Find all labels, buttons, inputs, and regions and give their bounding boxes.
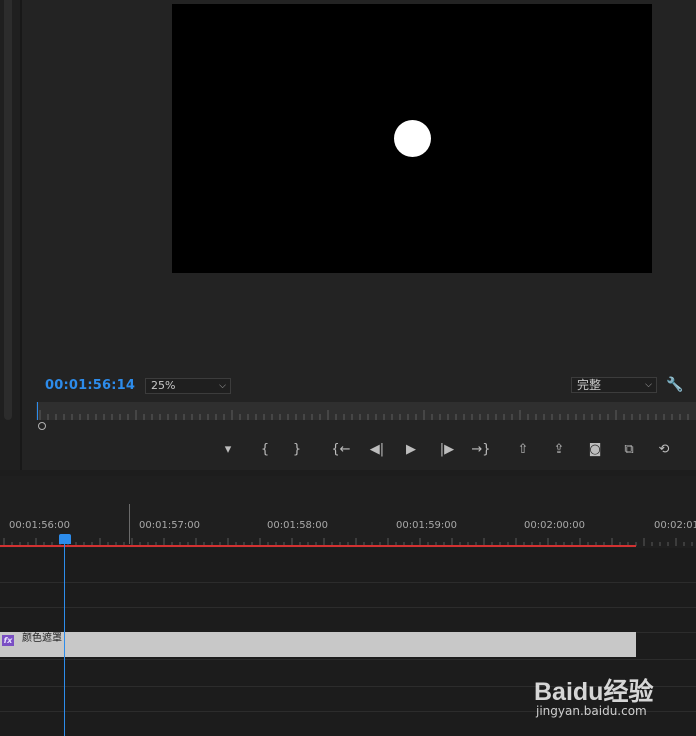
baidu-jingyan-logo: Baidu经验 — [534, 678, 654, 706]
clip-label: 颜色遮罩 — [22, 633, 62, 644]
track-divider — [0, 607, 696, 608]
playhead-handle[interactable] — [59, 534, 71, 544]
play-button[interactable]: ▶ — [400, 440, 422, 460]
chevron-down-icon: ⌵ — [645, 380, 652, 390]
ruler-timecode-label: 00:02:01:00 — [654, 520, 696, 531]
preview-white-circle — [394, 120, 431, 157]
mark-out-button[interactable]: } — [286, 440, 308, 460]
ruler-timecode-label: 00:01:56:00 — [9, 520, 71, 531]
zoom-level-select[interactable]: 25% ⌵ — [145, 378, 231, 394]
step-back-button[interactable]: ◀| — [366, 440, 388, 460]
track-divider — [0, 659, 696, 660]
lift-button[interactable]: ⇧ — [512, 440, 534, 460]
zoom-level-value: 25% — [151, 379, 176, 392]
export-frame-button[interactable]: ◙ — [584, 440, 606, 460]
left-panel-strip — [0, 0, 22, 470]
fx-badge: fx — [2, 635, 14, 646]
render-bar — [0, 545, 636, 547]
chevron-down-icon: ⌵ — [219, 381, 226, 391]
mark-in-button[interactable]: { — [254, 440, 276, 460]
extract-button[interactable]: ⇪ — [548, 440, 570, 460]
go-to-in-button[interactable]: {← — [330, 440, 352, 460]
track-divider — [0, 582, 696, 583]
go-to-out-button[interactable]: →} — [470, 440, 492, 460]
mini-playhead[interactable] — [37, 402, 38, 420]
watermark-url: jingyan.baidu.com — [536, 704, 647, 718]
ruler-timecode-label: 00:01:59:00 — [396, 520, 458, 531]
panel-divider — [20, 0, 22, 470]
zoom-handle-icon[interactable] — [38, 422, 46, 430]
playhead-line[interactable] — [64, 543, 65, 736]
add-marker-button[interactable]: ▾ — [217, 440, 239, 460]
ruler-timecode-label: 00:02:00:00 — [524, 520, 586, 531]
playback-resolution-select[interactable]: 完整 ⌵ — [571, 377, 657, 393]
playback-resolution-value: 完整 — [577, 378, 602, 392]
video-preview — [172, 4, 652, 273]
playhead-timecode[interactable]: 00:01:56:14 — [45, 378, 135, 393]
toggle-proxies-button[interactable]: ⟲ — [653, 440, 675, 460]
ruler-timecode-label: 00:01:58:00 — [267, 520, 329, 531]
compare-view-button[interactable]: ⧉ — [618, 440, 640, 460]
ruler-timecode-label: 00:01:57:00 — [139, 520, 201, 531]
left-panel-scrollbar[interactable] — [4, 0, 12, 420]
settings-wrench-icon[interactable]: 🔧 — [666, 377, 683, 393]
monitor-mini-timeline[interactable] — [36, 402, 696, 420]
step-forward-button[interactable]: |▶ — [436, 440, 458, 460]
color-matte-clip[interactable] — [0, 632, 636, 657]
